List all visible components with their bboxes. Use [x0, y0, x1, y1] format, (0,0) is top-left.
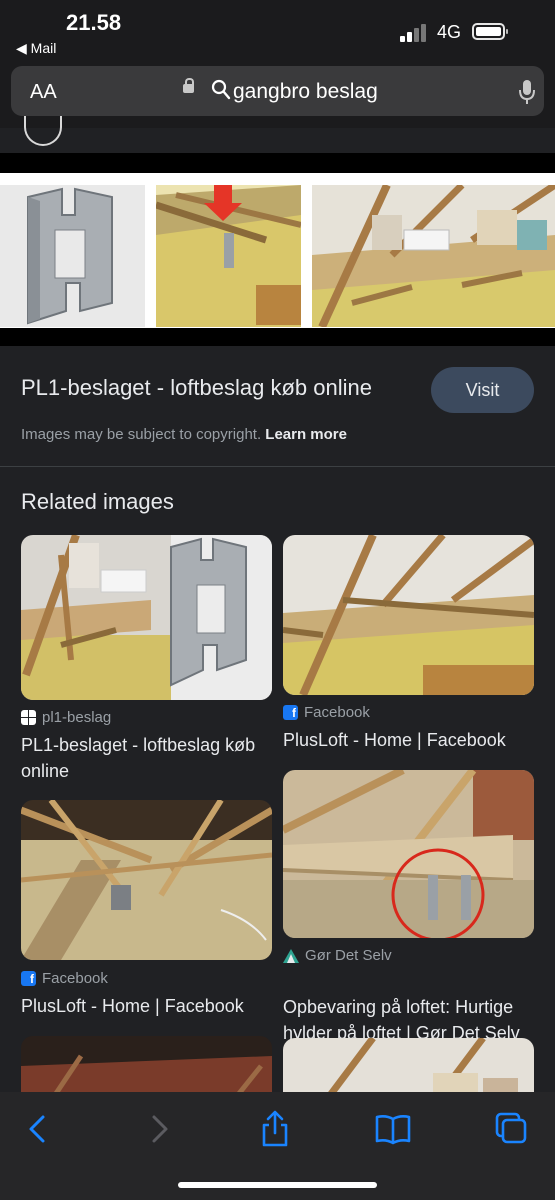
result-title[interactable]: PL1-beslaget - loftbeslag køb online: [21, 375, 372, 401]
related-images-heading: Related images: [21, 489, 174, 514]
related-source-4[interactable]: Gør Det Selv: [283, 947, 392, 964]
source-label: Facebook: [304, 704, 370, 721]
back-icon[interactable]: [19, 1109, 59, 1149]
microphone-icon[interactable]: [517, 79, 537, 105]
battery-icon: [472, 23, 508, 40]
related-source-3[interactable]: f Facebook: [21, 970, 108, 987]
preview-image-attic[interactable]: [312, 185, 555, 327]
bookmarks-icon[interactable]: [373, 1109, 413, 1149]
caption-line: PlusLoft - Home | Facebook: [283, 730, 506, 750]
caption-line: PL1-beslaget - loftbeslag køb: [21, 735, 256, 755]
forward-icon[interactable]: [138, 1109, 178, 1149]
source-label: Facebook: [42, 970, 108, 987]
image-preview-strip[interactable]: [0, 173, 555, 328]
copyright-text: Images may be subject to copyright.: [21, 426, 262, 443]
learn-more-link[interactable]: Learn more: [265, 426, 347, 443]
text-size-button[interactable]: AA: [30, 81, 57, 104]
related-image-3[interactable]: [21, 800, 272, 960]
gor-det-selv-favicon-icon: [283, 948, 299, 963]
back-to-mail-link[interactable]: ◀ Mail: [16, 40, 56, 57]
source-label: pl1-beslag: [42, 709, 112, 726]
preview-image-arrow[interactable]: [156, 185, 301, 327]
network-type: 4G: [437, 22, 462, 42]
cellular-signal-icon: [400, 24, 430, 42]
address-bar-area: AA gangbro beslag: [0, 62, 555, 128]
related-caption-3[interactable]: PlusLoft - Home | Facebook: [21, 993, 244, 1019]
pl1-favicon-icon: [21, 710, 36, 725]
close-circle-icon[interactable]: [24, 116, 62, 146]
address-bar[interactable]: AA gangbro beslag: [11, 66, 544, 116]
related-image-1[interactable]: [21, 535, 272, 700]
related-caption-1[interactable]: PL1-beslaget - loftbeslag køb online: [21, 732, 255, 784]
search-icon: [211, 79, 231, 101]
status-bar: 21.58 ◀ Mail 4G: [0, 0, 555, 62]
caption-line: Opbevaring på loftet: Hurtige: [283, 997, 514, 1017]
text-size-label: AA: [30, 81, 57, 103]
copyright-notice: Images may be subject to copyright. Lear…: [21, 426, 347, 443]
section-divider: [0, 466, 555, 467]
search-query[interactable]: gangbro beslag: [233, 80, 378, 104]
scrolled-header-remnant: [0, 116, 555, 153]
share-icon[interactable]: [255, 1109, 295, 1149]
preview-image-bracket[interactable]: [0, 185, 145, 327]
facebook-favicon-icon: f: [21, 971, 36, 986]
source-label: Gør Det Selv: [305, 947, 392, 964]
divider-band-lower: [0, 328, 555, 346]
caption-line: PlusLoft - Home | Facebook: [21, 996, 244, 1016]
related-image-4[interactable]: [283, 770, 534, 938]
visit-button[interactable]: Visit: [431, 367, 534, 413]
tabs-icon[interactable]: [491, 1109, 531, 1149]
caption-line: online: [21, 761, 70, 781]
related-source-1[interactable]: pl1-beslag: [21, 709, 111, 726]
divider-band: [0, 153, 555, 173]
related-image-2[interactable]: [283, 535, 534, 695]
facebook-favicon-icon: f: [283, 705, 298, 720]
home-indicator[interactable]: [178, 1182, 377, 1188]
clock: 21.58: [66, 10, 122, 35]
related-source-2[interactable]: f Facebook: [283, 704, 370, 721]
lock-icon: [183, 78, 194, 93]
related-caption-2[interactable]: PlusLoft - Home | Facebook: [283, 727, 506, 753]
